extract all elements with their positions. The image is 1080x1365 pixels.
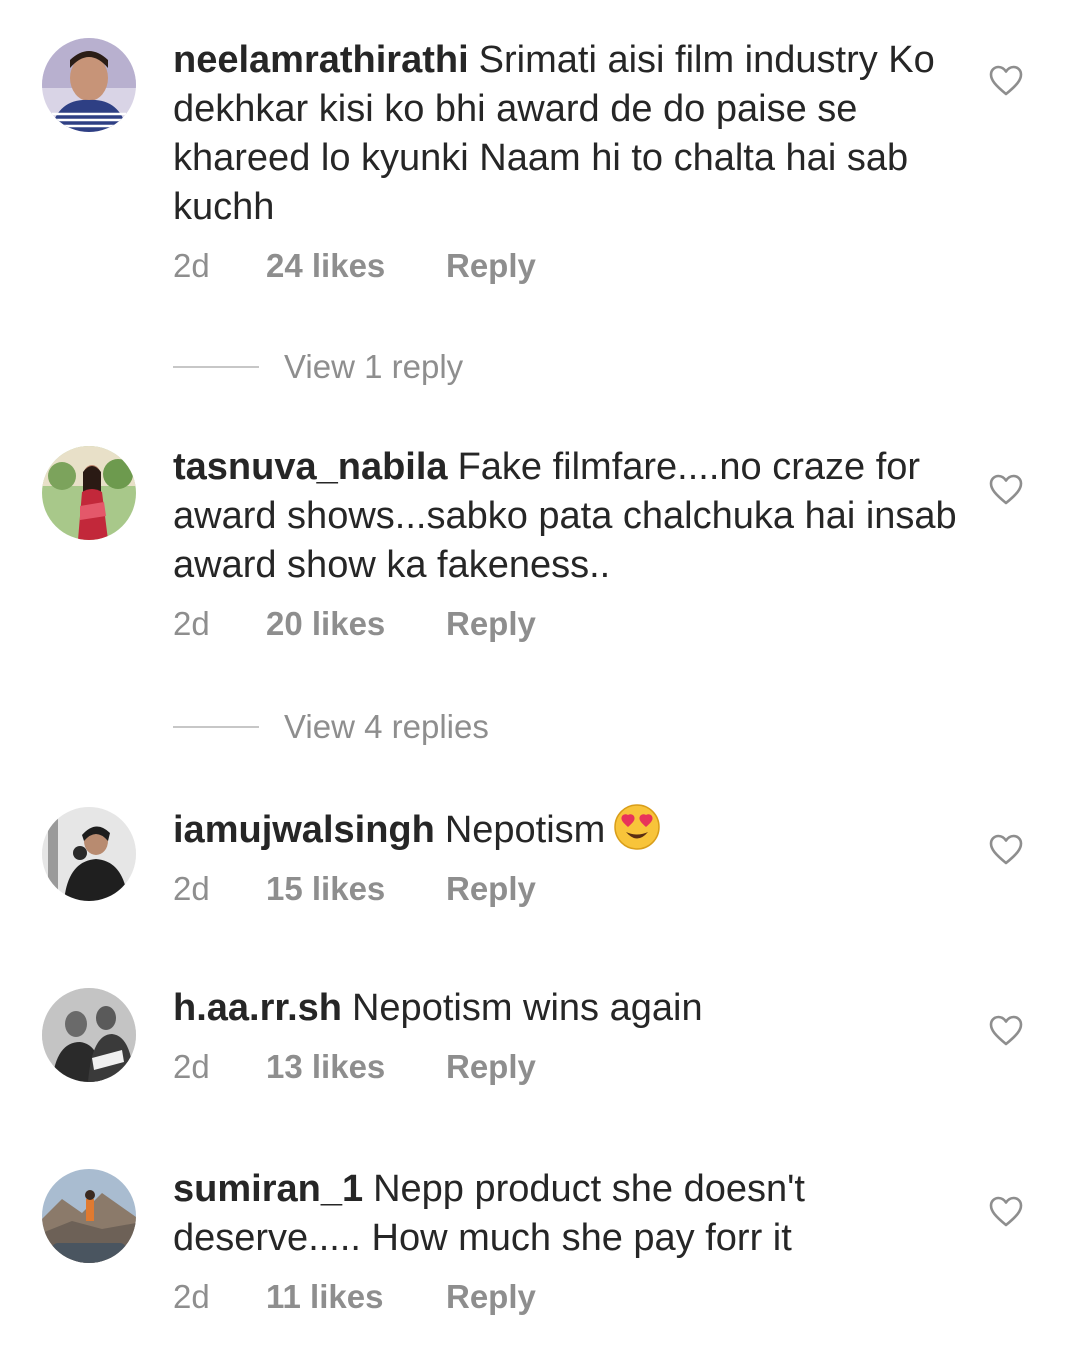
divider-line (173, 726, 259, 728)
comment-username[interactable]: neelamrathirathi (173, 39, 469, 81)
divider-line (173, 366, 259, 368)
comment-meta: 2d 20 likes Reply (173, 604, 963, 644)
comment-text-block: h.aa.rr.sh Nepotism wins again (173, 984, 963, 1033)
comment-time: 2d (173, 1278, 210, 1315)
avatar[interactable] (42, 807, 136, 901)
comment-username[interactable]: h.aa.rr.sh (173, 987, 342, 1029)
comment-meta: 2d 11 likes Reply (173, 1277, 963, 1317)
comment-meta: 2d 24 likes Reply (173, 246, 963, 286)
comment-time: 2d (173, 1048, 210, 1085)
reply-button[interactable]: Reply (446, 869, 536, 909)
heart-icon[interactable] (989, 65, 1023, 97)
view-replies-label: View 4 replies (284, 708, 489, 745)
comment-text: Nepotism (444, 809, 606, 851)
comment-text-block: iamujwalsingh Nepotism (173, 803, 963, 855)
heart-icon[interactable] (989, 1196, 1023, 1228)
heart-icon[interactable] (989, 1015, 1023, 1047)
comment-text-block: sumiran_1 Nepp product she doesn't deserv… (173, 1165, 963, 1263)
reply-button[interactable]: Reply (446, 604, 536, 644)
comment-text-block: neelamrathirathi Srimati aisi film indust… (173, 36, 963, 232)
comment-time: 2d (173, 247, 210, 284)
avatar[interactable] (42, 988, 136, 1082)
comment-likes[interactable]: 15 likes (266, 869, 446, 909)
comment-meta: 2d 15 likes Reply (173, 869, 963, 909)
comment-meta: 2d 13 likes Reply (173, 1047, 963, 1087)
comment-text: Nepotism wins again (351, 987, 703, 1029)
heart-icon[interactable] (989, 834, 1023, 866)
view-replies-button[interactable]: View 1 reply (173, 347, 463, 387)
avatar[interactable] (42, 38, 136, 132)
comment-likes[interactable]: 13 likes (266, 1047, 446, 1087)
view-replies-button[interactable]: View 4 replies (173, 707, 489, 747)
heart-eyes-emoji-icon (613, 803, 661, 851)
comment-time: 2d (173, 870, 210, 907)
view-replies-label: View 1 reply (284, 348, 464, 385)
comment-likes[interactable]: 11 likes (266, 1277, 446, 1317)
reply-button[interactable]: Reply (446, 246, 536, 286)
heart-icon[interactable] (989, 474, 1023, 506)
comment-likes[interactable]: 20 likes (266, 604, 446, 644)
comment-username[interactable]: tasnuva_nabila (173, 446, 448, 488)
comment-username[interactable]: iamujwalsingh (173, 809, 435, 851)
avatar[interactable] (42, 446, 136, 540)
reply-button[interactable]: Reply (446, 1277, 536, 1317)
comment-username[interactable]: sumiran_1 (173, 1168, 363, 1210)
comment-text-block: tasnuva_nabila Fake filmfare....no craze … (173, 443, 963, 590)
reply-button[interactable]: Reply (446, 1047, 536, 1087)
comment-time: 2d (173, 605, 210, 642)
avatar[interactable] (42, 1169, 136, 1263)
comment-likes[interactable]: 24 likes (266, 246, 446, 286)
